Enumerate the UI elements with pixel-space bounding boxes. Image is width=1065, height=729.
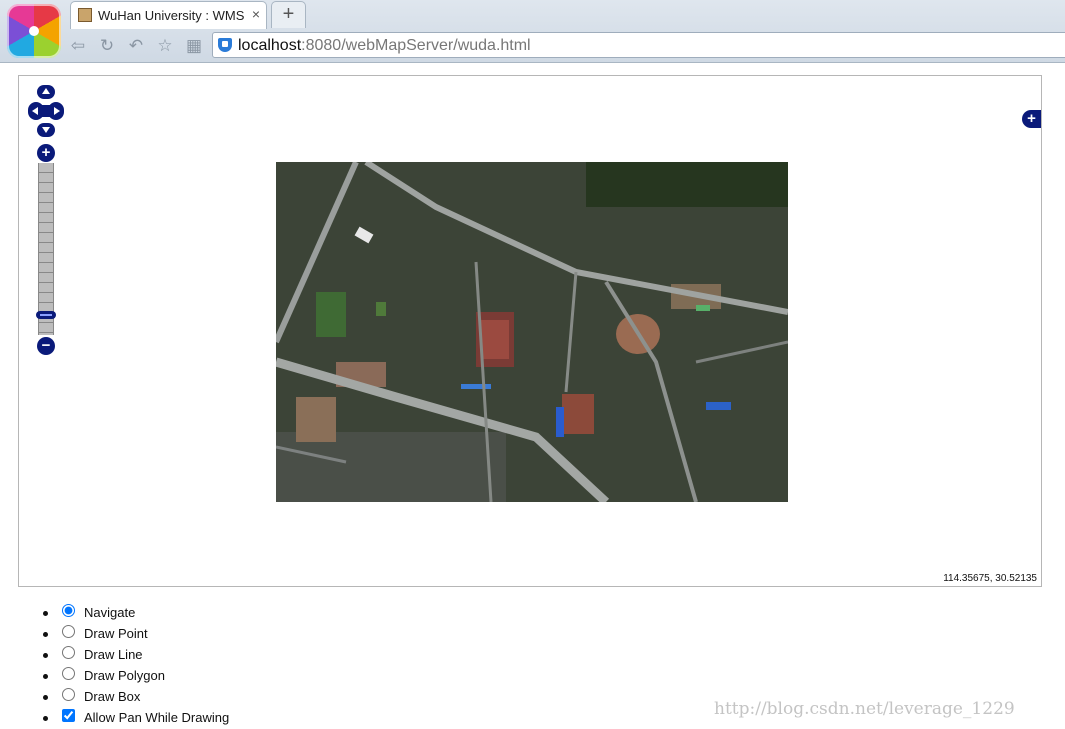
mouse-position-readout: 114.35675, 30.52135	[943, 573, 1037, 584]
pan-up-button[interactable]	[37, 85, 55, 99]
url-host: localhost	[238, 37, 302, 54]
arrow-up-icon	[42, 88, 50, 94]
radio-draw-line[interactable]	[62, 646, 75, 659]
tab-title: WuHan University : WMS	[98, 8, 245, 23]
url-path: :8080/webMapServer/wuda.html	[301, 37, 531, 54]
radio-draw-polygon[interactable]	[62, 667, 75, 680]
control-label[interactable]: Draw Point	[84, 626, 148, 641]
browser-chrome: WuHan University : WMS × + ⇦ ↻ ↶ ☆ ▦ loc…	[0, 0, 1065, 63]
control-label[interactable]: Draw Polygon	[84, 668, 165, 683]
arrow-right-icon	[54, 107, 60, 115]
tab-wuhan-university[interactable]: WuHan University : WMS ×	[70, 1, 267, 29]
satellite-imagery-drawing	[276, 162, 788, 502]
arrow-down-icon	[42, 127, 50, 133]
satellite-imagery[interactable]	[276, 162, 788, 502]
checkbox-allow-pan-while-drawing[interactable]	[62, 709, 75, 722]
shield-icon	[218, 38, 232, 52]
layer-switcher-button[interactable]: +	[1022, 110, 1041, 128]
new-tab-button[interactable]: +	[271, 1, 306, 28]
map-viewport[interactable]: + − + 114.35675, 30.52135	[18, 75, 1042, 587]
pan-down-button[interactable]	[37, 123, 55, 137]
watermark: http://blog.csdn.net/leverage_1229	[714, 699, 1015, 719]
radio-navigate[interactable]	[62, 604, 75, 617]
map-favicon-icon	[78, 8, 92, 22]
browser-logo-icon[interactable]	[7, 4, 61, 58]
apps-grid-icon[interactable]: ▦	[184, 36, 204, 56]
url-text[interactable]: localhost:8080/webMapServer/wuda.html	[238, 37, 531, 55]
control-label[interactable]: Allow Pan While Drawing	[84, 710, 229, 725]
undo-icon[interactable]: ↶	[126, 36, 146, 56]
radio-draw-point[interactable]	[62, 625, 75, 638]
zoom-in-button[interactable]: +	[37, 144, 55, 162]
control-label[interactable]: Draw Line	[84, 647, 143, 662]
zoom-out-button[interactable]: −	[37, 337, 55, 355]
pan-right-button[interactable]	[48, 102, 64, 120]
radio-draw-box[interactable]	[62, 688, 75, 701]
pan-zoom-bar: + −	[28, 85, 64, 357]
address-bar[interactable]: localhost:8080/webMapServer/wuda.html	[212, 32, 1065, 58]
zoom-slider-handle[interactable]	[36, 310, 56, 319]
control-label[interactable]: Navigate	[84, 605, 135, 620]
reload-icon[interactable]: ↻	[97, 36, 117, 56]
control-label[interactable]: Draw Box	[84, 689, 140, 704]
bookmark-star-icon[interactable]: ☆	[155, 36, 175, 56]
close-icon[interactable]: ×	[252, 6, 260, 22]
arrow-left-icon	[32, 107, 38, 115]
zoom-slider-track[interactable]	[38, 163, 54, 335]
back-icon[interactable]: ⇦	[68, 36, 88, 56]
